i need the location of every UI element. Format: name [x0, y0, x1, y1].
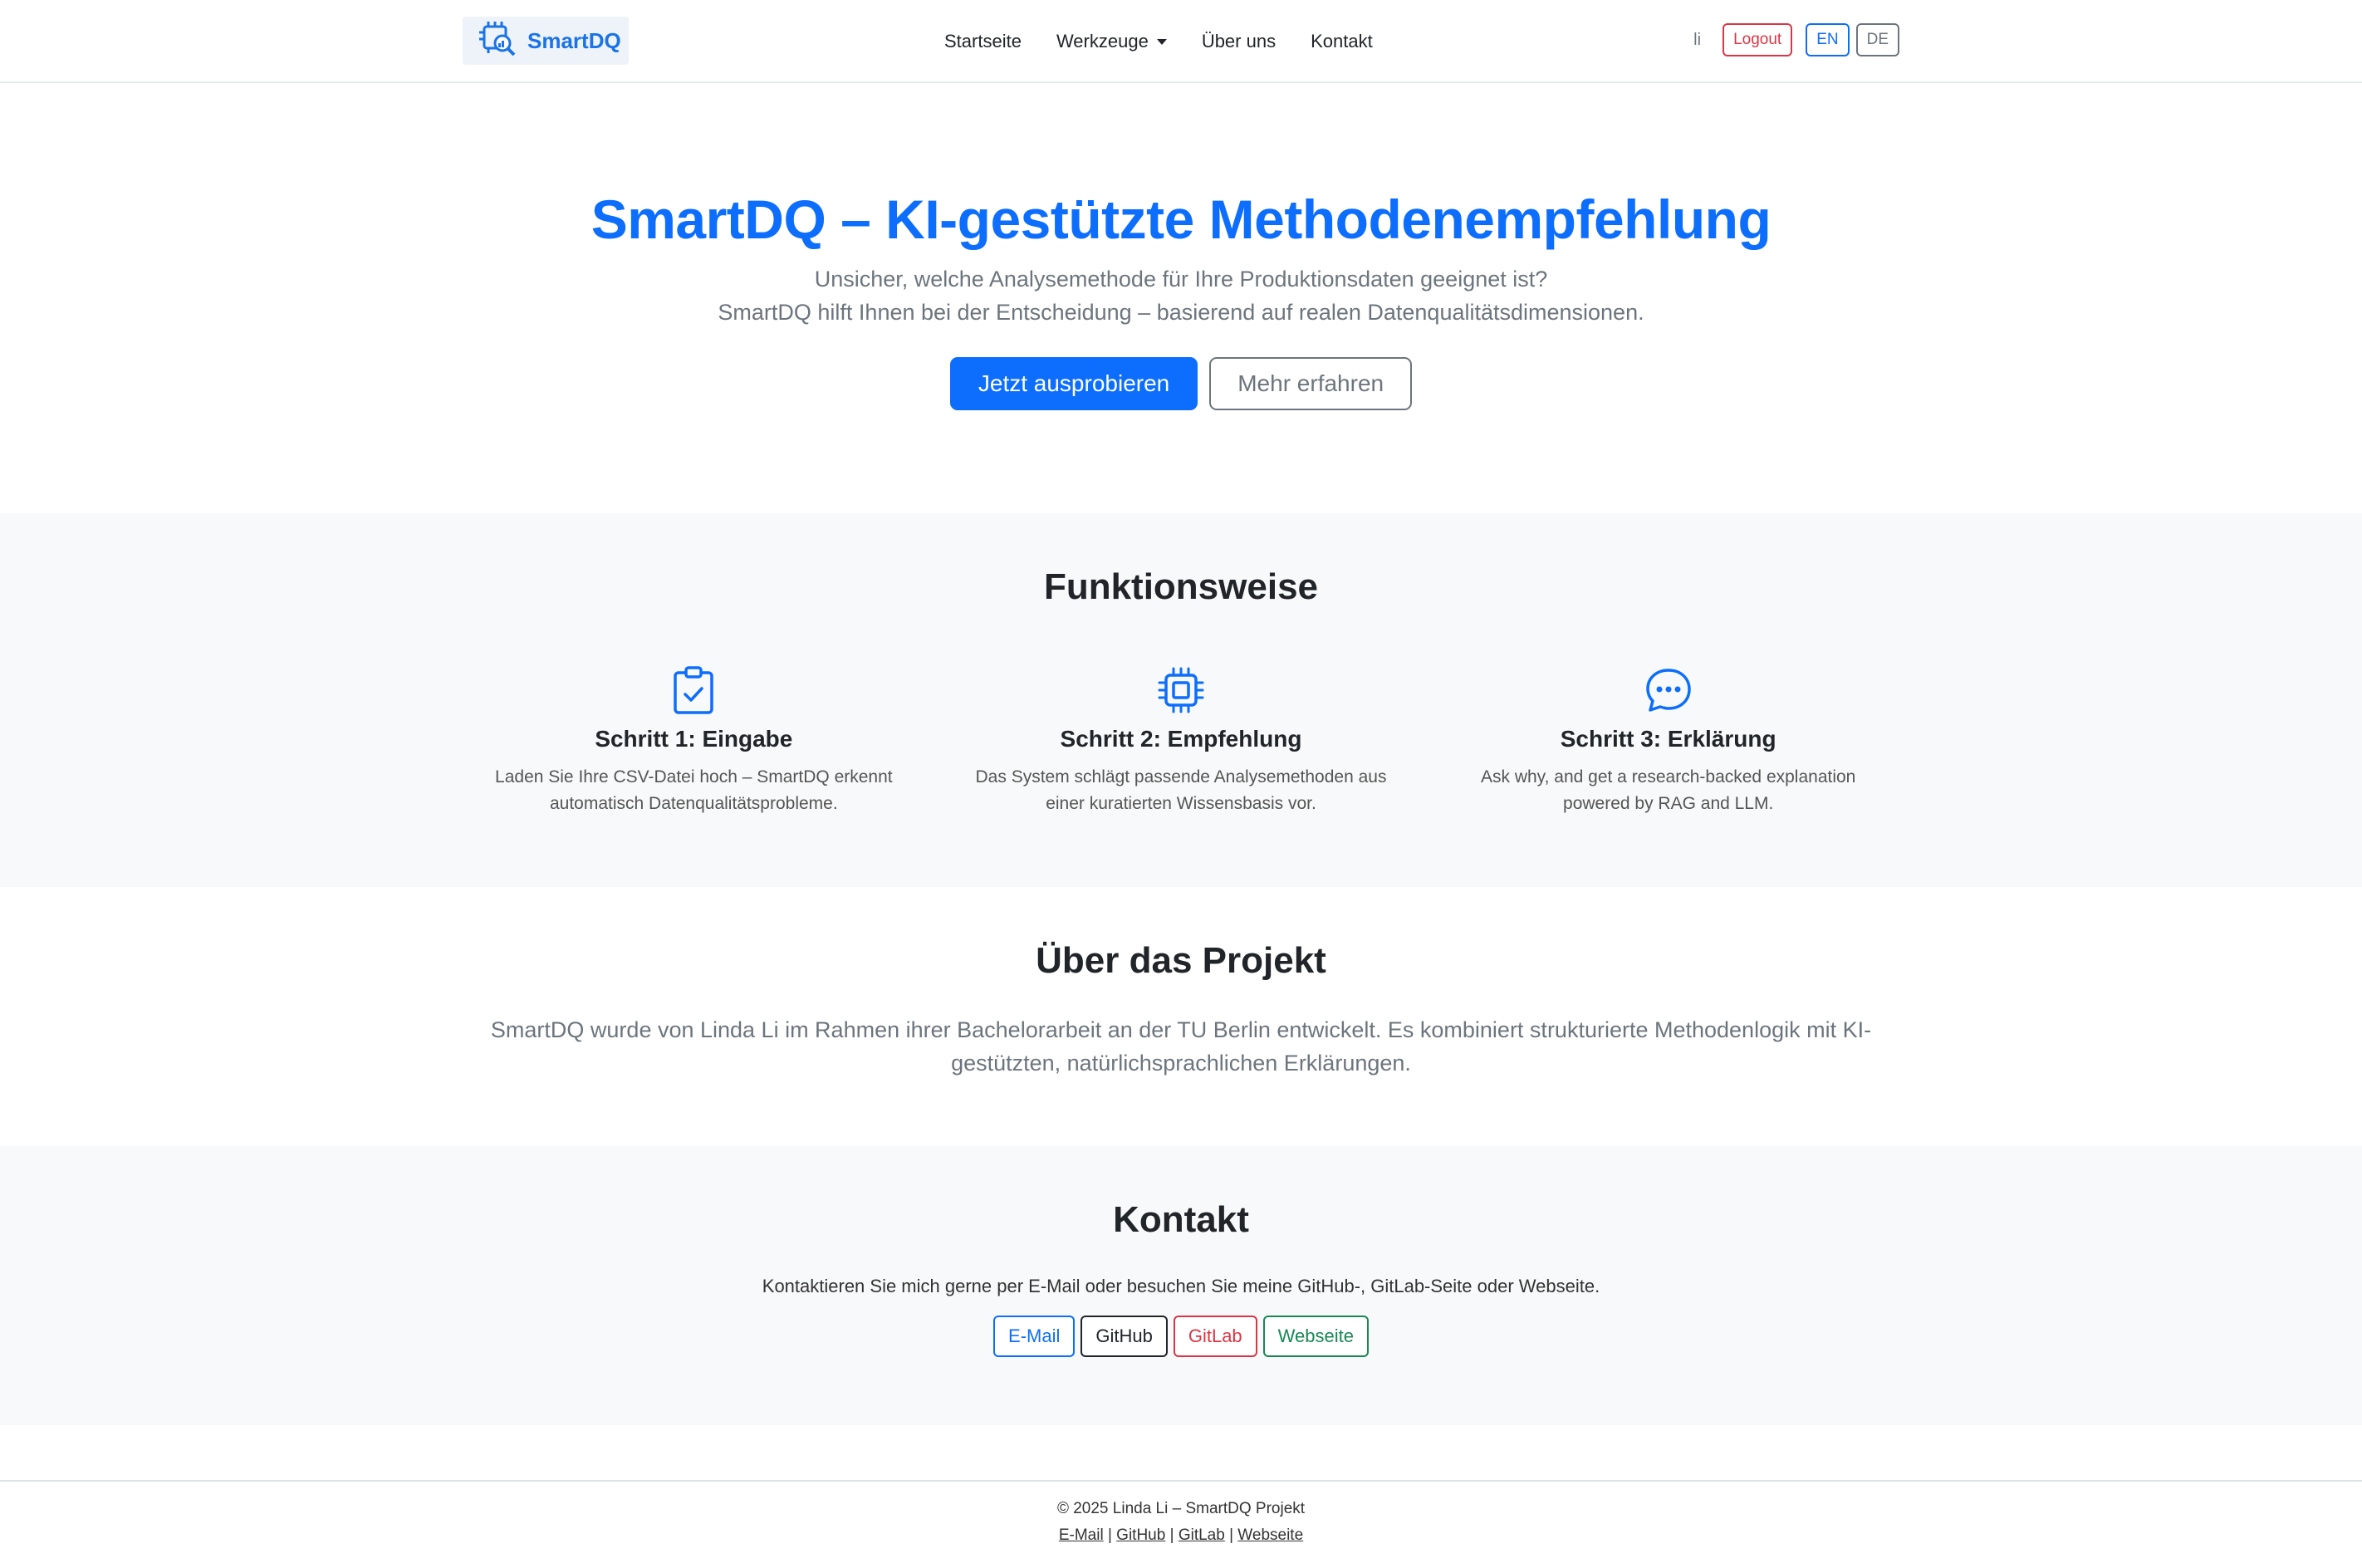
contact-title: Kontakt [1113, 1199, 1249, 1240]
hero-line-2: SmartDQ hilft Ihnen bei der Entscheidung… [718, 300, 1644, 325]
footer-links: E-Mail | GitHub | GitLab | Webseite [0, 1526, 2362, 1545]
nav-werkzeuge-label: Werkzeuge [1056, 31, 1149, 51]
learn-more-button[interactable]: Mehr erfahren [1209, 357, 1413, 410]
navbar: SmartDQ Startseite Werkzeuge Über uns Ko… [0, 0, 2362, 83]
about-title: Über das Projekt [1036, 940, 1326, 981]
feature-1-line-2: automatisch Datenqualitätsprobleme. [549, 794, 838, 813]
feature-1-line-1: Laden Sie Ihre CSV-Datei hoch – SmartDQ … [495, 767, 893, 786]
contact-email-button[interactable]: E-Mail [993, 1316, 1076, 1357]
feature-2-line-1: Das System schlägt passende Analysemetho… [975, 767, 1387, 786]
nav-startseite[interactable]: Startseite [944, 31, 1022, 52]
hero-section: SmartDQ – KI-gestützte Methodenempfehlun… [0, 83, 2362, 513]
features-section: Funktionsweise Schritt 1: Eingabe Laden … [0, 513, 2362, 887]
footer-separator: | [1169, 1526, 1174, 1544]
logo[interactable]: SmartDQ [463, 17, 629, 65]
contact-website-button[interactable]: Webseite [1262, 1316, 1369, 1357]
footer-gitlab-link[interactable]: GitLab [1179, 1526, 1225, 1544]
contact-gitlab-button[interactable]: GitLab [1173, 1316, 1257, 1357]
contact-text: Kontaktieren Sie mich gerne per E-Mail o… [762, 1276, 1600, 1296]
hero-line-1: Unsicher, welche Analysemethode für Ihre… [814, 267, 1548, 292]
feature-2-title: Schritt 2: Empfehlung [1060, 726, 1302, 752]
cpu-icon [938, 666, 1425, 714]
feature-1-text: Laden Sie Ihre CSV-Datei hoch – SmartDQ … [450, 764, 938, 817]
about-section: Über das Projekt SmartDQ wurde von Linda… [0, 887, 2362, 1146]
feature-step-1: Schritt 1: Eingabe Laden Sie Ihre CSV-Da… [450, 666, 938, 817]
footer-website-link[interactable]: Webseite [1237, 1526, 1303, 1544]
footer-copyright: © 2025 Linda Li – SmartDQ Projekt [1056, 1500, 1306, 1517]
feature-step-3: Schritt 3: Erklärung Ask why, and get a … [1424, 666, 1912, 817]
footer-email-link[interactable]: E-Mail [1059, 1526, 1104, 1544]
chat-dots-icon [1424, 666, 1912, 714]
nav-links: Startseite Werkzeuge Über uns Kontakt [944, 0, 1373, 83]
lang-en-button[interactable]: EN [1806, 23, 1850, 56]
feature-3-line-1: Ask why, and get a research-backed expla… [1480, 767, 1856, 786]
features-title: Funktionsweise [1043, 566, 1319, 607]
caret-down-icon [1156, 38, 1167, 45]
logout-button[interactable]: Logout [1722, 23, 1793, 56]
feature-2-text: Das System schlägt passende Analysemetho… [938, 764, 1425, 817]
hero-subtitle: Unsicher, welche Analysemethode für Ihre… [0, 262, 2362, 329]
lang-de-button[interactable]: DE [1855, 23, 1899, 56]
chip-search-icon [478, 20, 522, 62]
username: li [1693, 30, 1702, 49]
feature-3-title: Schritt 3: Erklärung [1560, 726, 1776, 752]
nav-werkzeuge-dropdown[interactable]: Werkzeuge [1056, 31, 1167, 52]
feature-3-line-2: powered by RAG and LLM. [1563, 794, 1774, 813]
footer-separator: | [1229, 1526, 1234, 1544]
hero-title: SmartDQ – KI-gestützte Methodenempfehlun… [590, 189, 1772, 250]
footer-separator: | [1107, 1526, 1112, 1544]
footer: © 2025 Linda Li – SmartDQ Projekt E-Mail… [0, 1480, 2362, 1545]
about-text: SmartDQ wurde von Linda Li im Rahmen ihr… [490, 1017, 1872, 1076]
try-now-button[interactable]: Jetzt ausprobieren [949, 357, 1198, 410]
nav-right: li Logout EN DE [1693, 23, 1899, 56]
feature-2-line-2: einer kuratierten Wissensbasis vor. [1046, 794, 1316, 813]
feature-row: Schritt 1: Eingabe Laden Sie Ihre CSV-Da… [450, 666, 1912, 817]
logo-text: SmartDQ [527, 27, 621, 53]
contact-buttons: E-Mail GitHub GitLab Webseite [0, 1316, 2362, 1357]
nav-kontakt[interactable]: Kontakt [1311, 31, 1373, 52]
clipboard-check-icon [450, 666, 938, 714]
feature-3-text: Ask why, and get a research-backed expla… [1424, 764, 1912, 817]
feature-1-title: Schritt 1: Eingabe [595, 726, 793, 752]
footer-github-link[interactable]: GitHub [1116, 1526, 1165, 1544]
contact-section: Kontakt Kontaktieren Sie mich gerne per … [0, 1146, 2362, 1425]
hero-buttons: Jetzt ausprobieren Mehr erfahren [0, 357, 2362, 410]
feature-step-2: Schritt 2: Empfehlung Das System schlägt… [938, 666, 1425, 817]
nav-ueber-uns[interactable]: Über uns [1202, 31, 1276, 52]
contact-github-button[interactable]: GitHub [1081, 1316, 1168, 1357]
